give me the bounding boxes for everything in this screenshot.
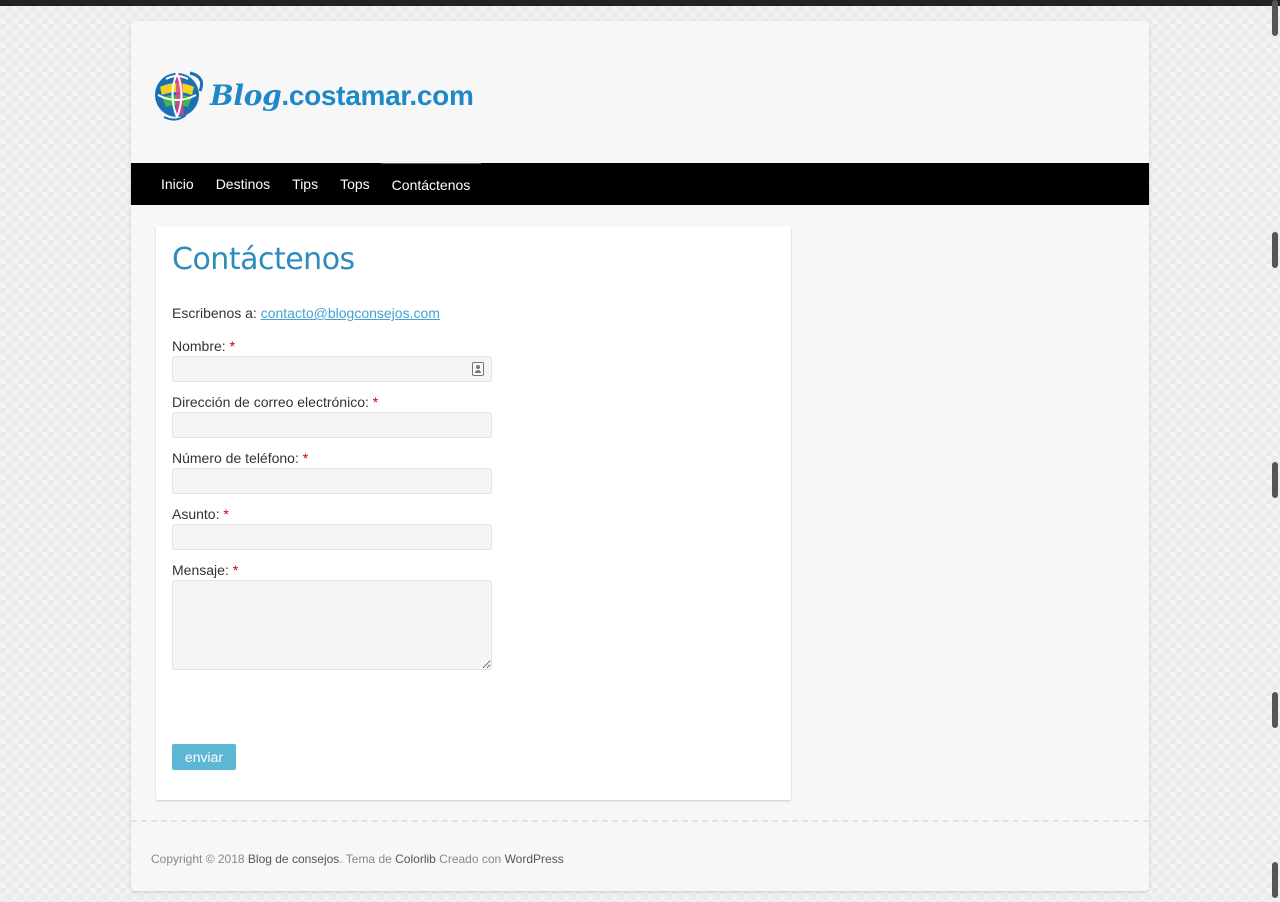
message-label-text: Mensaje:	[172, 562, 229, 578]
nav-item-destinos[interactable]: Destinos	[205, 163, 281, 205]
page-title: Contáctenos	[172, 242, 355, 277]
footer-colorlib-link[interactable]: Colorlib	[395, 852, 436, 866]
required-mark: *	[229, 338, 236, 354]
footer-text: Copyright © 2018 Blog de consejos. Tema …	[151, 852, 564, 866]
email-input[interactable]	[172, 412, 492, 438]
contact-form: Nombre: * Dirección de correo electrónic…	[172, 338, 492, 670]
logo-domain-text: .costamar.com	[281, 79, 474, 111]
logo-blog-text: Blog	[210, 78, 282, 112]
phone-label-text: Número de teléfono:	[172, 450, 299, 466]
contact-email-link[interactable]: contacto@blogconsejos.com	[261, 305, 440, 321]
name-input[interactable]	[172, 356, 492, 382]
site-footer: Copyright © 2018 Blog de consejos. Tema …	[131, 820, 1149, 891]
required-mark: *	[302, 450, 309, 466]
message-textarea[interactable]	[172, 580, 492, 670]
footer-theme-text: . Tema de	[339, 852, 392, 866]
scroll-mark	[1272, 0, 1278, 36]
globe-icon	[155, 71, 204, 121]
nav-item-inicio[interactable]: Inicio	[150, 163, 205, 205]
scroll-mark	[1272, 232, 1278, 268]
message-label: Mensaje: *	[172, 562, 492, 579]
email-label: Dirección de correo electrónico: *	[172, 394, 492, 411]
main-nav: Inicio Destinos Tips Tops Contáctenos	[131, 163, 1149, 205]
footer-wordpress-link[interactable]: WordPress	[505, 852, 564, 866]
submit-button[interactable]: enviar	[172, 744, 236, 770]
nav-item-tops[interactable]: Tops	[329, 163, 381, 205]
site-logo[interactable]: Blog.costamar.com	[150, 67, 474, 123]
email-label-text: Dirección de correo electrónico:	[172, 394, 369, 410]
subject-input[interactable]	[172, 524, 492, 550]
phone-input[interactable]	[172, 468, 492, 494]
scroll-mark	[1272, 862, 1278, 898]
footer-created-text: Creado con	[439, 852, 502, 866]
page-container: Blog.costamar.com Inicio Destinos Tips T…	[131, 21, 1149, 891]
subject-label-text: Asunto:	[172, 506, 220, 522]
browser-top-strip	[0, 0, 1280, 6]
nav-item-tips[interactable]: Tips	[281, 163, 329, 205]
intro-prefix: Escribenos a:	[172, 305, 257, 321]
footer-copyright: Copyright © 2018	[151, 852, 245, 866]
subject-label: Asunto: *	[172, 506, 492, 523]
logo-text: Blog.costamar.com	[210, 79, 474, 112]
nav-item-contactenos[interactable]: Contáctenos	[380, 163, 482, 205]
name-label: Nombre: *	[172, 338, 492, 355]
contact-card: Contáctenos Escribenos a: contacto@blogc…	[156, 226, 791, 800]
phone-label: Número de teléfono: *	[172, 450, 492, 467]
site-header: Blog.costamar.com	[131, 21, 1149, 163]
scroll-mark	[1272, 462, 1278, 498]
contact-card-icon[interactable]	[472, 362, 484, 376]
scroll-mark	[1272, 692, 1278, 728]
name-label-text: Nombre:	[172, 338, 226, 354]
intro-text: Escribenos a: contacto@blogconsejos.com	[172, 305, 775, 321]
scrollbar-track[interactable]	[1270, 0, 1280, 902]
required-mark: *	[232, 562, 239, 578]
required-mark: *	[372, 394, 379, 410]
footer-site-link[interactable]: Blog de consejos	[248, 852, 339, 866]
required-mark: *	[223, 506, 229, 522]
